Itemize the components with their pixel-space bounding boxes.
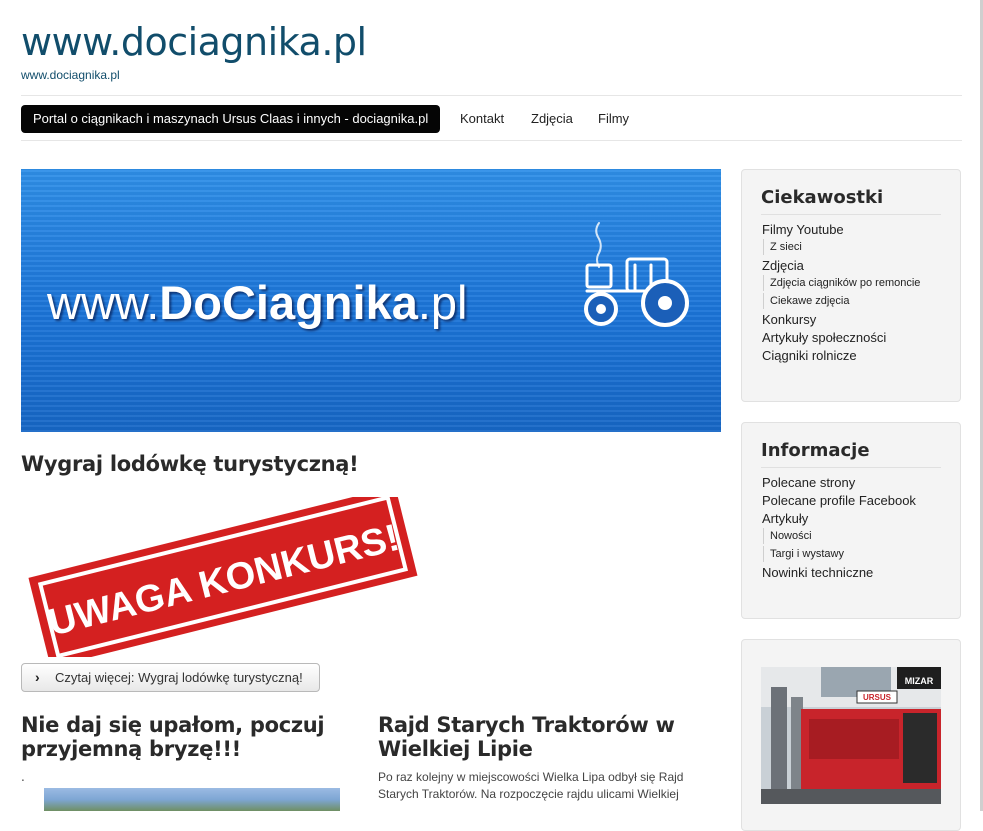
sidebar-item-zdjecia[interactable]: Zdjęcia [762, 258, 804, 273]
sidebar-subitem-targi[interactable]: Targi i wystawy [763, 546, 844, 562]
site-title[interactable]: www.dociagnika.pl [21, 20, 367, 64]
divider [761, 214, 941, 215]
article-text-rajd: Po raz kolejny w miejscowości Wielka Lip… [378, 770, 684, 801]
sidebar-subitem-nowosci[interactable]: Nowości [763, 528, 812, 544]
sidebar-item-filmy-youtube[interactable]: Filmy Youtube [762, 222, 844, 237]
divider [761, 467, 941, 468]
sidebar-box-ad: URSUS MIZAR [741, 639, 961, 831]
nav-item-portal[interactable]: Portal o ciągnikach i maszynach Ursus Cl… [21, 105, 441, 133]
main-nav: Portal o ciągnikach i maszynach Ursus Cl… [21, 95, 962, 141]
sidebar-item-ciagniki-rolnicze[interactable]: Ciągniki rolnicze [762, 348, 857, 363]
readmore-label: Czytaj więcej: Wygraj lodówkę turystyczn… [55, 670, 303, 685]
nav-item-kontakt[interactable]: Kontakt [460, 105, 504, 133]
readmore-button[interactable]: › Czytaj więcej: Wygraj lodówkę turystyc… [21, 663, 320, 692]
sidebar-item-nowinki[interactable]: Nowinki techniczne [762, 565, 873, 580]
tractor-icon [584, 222, 689, 327]
sidebar-item-polecane-strony[interactable]: Polecane strony [762, 475, 855, 490]
banner-text-prefix: www. [47, 276, 160, 329]
chevron-right-icon: › [35, 669, 40, 685]
sidebar-subitem-zdjecia-po-remoncie[interactable]: Zdjęcia ciągników po remoncie [763, 275, 920, 291]
sidebar-item-polecane-profile[interactable]: Polecane profile Facebook [762, 493, 916, 508]
banner-text-suffix: .pl [417, 276, 468, 329]
sidebar-subitem-z-sieci[interactable]: Z sieci [763, 239, 802, 255]
ad-logo-text: MIZAR [905, 676, 934, 686]
nav-item-filmy[interactable]: Filmy [598, 105, 629, 133]
sidebar-title-informacje: Informacje [761, 440, 870, 461]
sidebar-item-artykuly-spolecznosci[interactable]: Artykuły społeczności [762, 330, 886, 345]
sidebar-item-artykuly[interactable]: Artykuły [762, 511, 808, 526]
site-description: www.dociagnika.pl [21, 68, 120, 82]
article-dot: . [21, 770, 25, 784]
ad-tractor-image[interactable]: URSUS MIZAR [761, 667, 941, 804]
contest-stamp-image: UWAGA KONKURS! [28, 497, 418, 657]
ad-tractor-graphic: URSUS MIZAR [761, 667, 941, 804]
featured-article-title[interactable]: Wygraj lodówkę turystyczną! [21, 452, 359, 476]
article-title-upaly[interactable]: Nie daj się upałom, poczuj przyjemną bry… [21, 713, 341, 761]
sidebar-title-ciekawostki: Ciekawostki [761, 187, 884, 208]
banner-text: www.DoCiagnika.pl [47, 275, 467, 330]
article-photo [44, 788, 340, 811]
banner-text-bold: DoCiagnika [159, 276, 418, 329]
nav-item-zdjecia[interactable]: Zdjęcia [531, 105, 573, 133]
header-banner: www.DoCiagnika.pl [21, 169, 721, 432]
sidebar-box-ciekawostki: Ciekawostki Filmy Youtube Z sieci Zdjęci… [741, 169, 961, 402]
sidebar-subitem-ciekawe-zdjecia[interactable]: Ciekawe zdjęcia [763, 293, 849, 309]
article-title-rajd[interactable]: Rajd Starych Traktorów w Wielkiej Lipie [378, 713, 708, 761]
sidebar-box-informacje: Informacje Polecane strony Polecane prof… [741, 422, 961, 619]
sidebar-item-konkursy[interactable]: Konkursy [762, 312, 816, 327]
ad-badge-text: URSUS [863, 693, 892, 702]
